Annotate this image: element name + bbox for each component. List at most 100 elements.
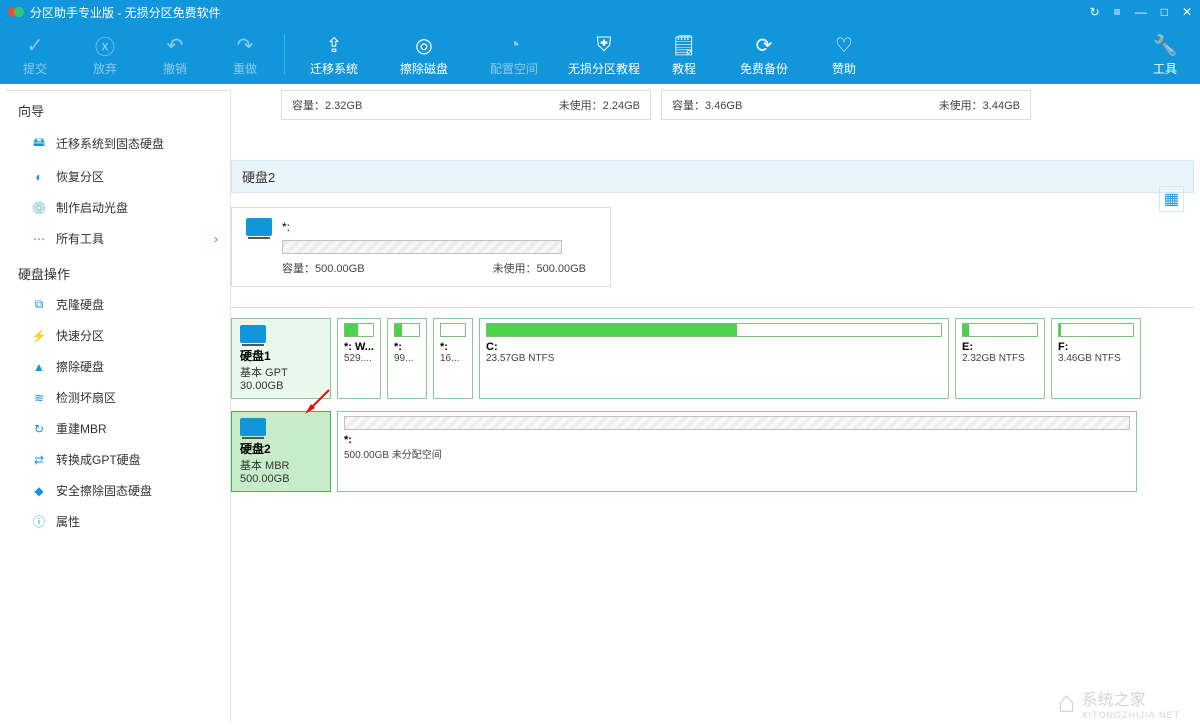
watermark-house-icon: ⌂ xyxy=(1058,686,1076,720)
sidebar-item-3[interactable]: ⋯所有工具› xyxy=(6,223,230,254)
commit-icon: ✓ xyxy=(27,32,44,60)
disk2-drive-letter: *: xyxy=(282,220,290,234)
disk2-card[interactable]: *: 容量：500.00GB 未使用：500.00GB xyxy=(231,207,611,287)
sidebar-item-label: 迁移系统到固态硬盘 xyxy=(56,135,164,152)
sidebar-item-4[interactable]: ↻重建MBR xyxy=(6,413,230,444)
unused-label: 未使用：3.44GB xyxy=(939,97,1020,113)
sidebar-item-7[interactable]: ⓘ 属性 xyxy=(6,506,230,537)
discard-button: ⓧ放弃 xyxy=(70,24,140,84)
alloc-icon: ◔ xyxy=(508,32,520,60)
disk-header[interactable]: 硬盘1基本 GPT30.00GB xyxy=(231,318,331,399)
sidebar-item-label: 转换成GPT硬盘 xyxy=(56,451,141,468)
partition-block[interactable]: *:99... xyxy=(387,318,427,399)
close-icon[interactable]: ✕ xyxy=(1182,5,1192,19)
partition-card[interactable]: 容量：2.32GB 未使用：2.24GB xyxy=(281,90,651,120)
disk-header[interactable]: 硬盘2基本 MBR500.00GB xyxy=(231,411,331,492)
disk2-usage-bar xyxy=(282,240,562,254)
sidebar-icon: ⧉ xyxy=(30,297,48,312)
wipe-button[interactable]: ◎擦除磁盘 xyxy=(379,24,469,84)
usage-bar xyxy=(486,323,942,337)
sidebar-item-label: 快速分区 xyxy=(56,327,104,344)
sidebar-item-label: 重建MBR xyxy=(56,420,107,437)
sidebar-icon: 🖴 xyxy=(30,133,48,154)
usage-bar xyxy=(394,323,420,337)
sidebar-item-label: 制作启动光盘 xyxy=(56,199,128,216)
partition-card[interactable]: 容量：3.46GB 未使用：3.44GB xyxy=(661,90,1031,120)
undo-button: ↶撤销 xyxy=(140,24,210,84)
partition-block[interactable]: E:2.32GB NTFS xyxy=(955,318,1045,399)
window-title: 分区助手专业版 - 无损分区免费软件 xyxy=(30,4,221,21)
watermark-site: XITONGZHIJIA.NET xyxy=(1082,710,1180,720)
migrate-icon: ⇪ xyxy=(326,32,343,60)
sidebar-ops-title: 硬盘操作 xyxy=(6,254,230,289)
sidebar-item-6[interactable]: ◆ 安全擦除固态硬盘 xyxy=(6,475,230,506)
sidebar-icon: ⚡ xyxy=(30,329,48,343)
tutorial-button[interactable]: ⛨无损分区教程 xyxy=(559,24,649,84)
refresh-icon[interactable]: ↻ xyxy=(1090,5,1100,19)
watermark-brand: 系统之家 xyxy=(1082,686,1180,710)
content-area: ▦ 容量：2.32GB 未使用：2.24GB 容量：3.46GB 未使用：3.44GB… xyxy=(231,90,1200,728)
usage-bar xyxy=(1058,323,1134,337)
capacity-label: 容量：3.46GB xyxy=(672,97,742,113)
usage-bar xyxy=(344,416,1130,430)
sidebar-icon: ▲ xyxy=(30,360,48,374)
sidebar-item-label: 检测坏扇区 xyxy=(56,389,116,406)
discard-icon: ⓧ xyxy=(95,32,115,60)
partition-block[interactable]: F:3.46GB NTFS xyxy=(1051,318,1141,399)
partition-block[interactable]: *:16... xyxy=(433,318,473,399)
redo-icon: ↷ xyxy=(237,32,254,60)
sidebar-icon: ≋ xyxy=(30,391,48,405)
partition-block[interactable]: *:500.00GB 未分配空间 xyxy=(337,411,1137,492)
usage-bar xyxy=(344,323,374,337)
view-toggle-icon[interactable]: ▦ xyxy=(1159,186,1184,212)
wipe-icon: ◎ xyxy=(415,32,432,60)
sidebar-item-1[interactable]: ⚡ 快速分区 xyxy=(6,320,230,351)
tutorial2-button[interactable]: 🗒教程 xyxy=(649,24,719,84)
sidebar-item-2[interactable]: 💿 制作启动光盘 xyxy=(6,192,230,223)
sidebar-item-label: 属性 xyxy=(56,513,80,530)
sidebar-item-0[interactable]: ⧉ 克隆硬盘 xyxy=(6,289,230,320)
sidebar-item-3[interactable]: ≋ 检测坏扇区 xyxy=(6,382,230,413)
sidebar-icon: ⓘ xyxy=(30,513,48,530)
sidebar-item-label: 所有工具 xyxy=(56,230,104,247)
migrate-button[interactable]: ⇪迁移系统 xyxy=(289,24,379,84)
partition-block[interactable]: *: W...529.... xyxy=(337,318,381,399)
donate-icon: ♡ xyxy=(835,32,853,60)
disk-icon xyxy=(246,218,272,236)
disk-diagram: 硬盘1基本 GPT30.00GB*: W...529....*:99...*:1… xyxy=(231,307,1194,722)
unused-label: 未使用：2.24GB xyxy=(559,97,640,113)
donate-button[interactable]: ♡赞助 xyxy=(809,24,879,84)
chevron-right-icon: › xyxy=(214,232,218,246)
disk2-unused: 未使用：500.00GB xyxy=(492,260,586,276)
disk-icon xyxy=(240,325,266,343)
sidebar-item-0[interactable]: 🖴 迁移系统到固态硬盘 xyxy=(6,126,230,161)
usage-bar xyxy=(440,323,466,337)
disk-icon xyxy=(240,418,266,436)
watermark: ⌂ 系统之家 XITONGZHIJIA.NET xyxy=(1058,686,1180,720)
sidebar-item-label: 恢复分区 xyxy=(56,168,104,185)
disk2-header[interactable]: 硬盘2 xyxy=(231,160,1194,193)
minimize-icon[interactable]: — xyxy=(1135,5,1147,19)
app-logo-icon xyxy=(8,4,24,20)
backup-button[interactable]: ⟳免费备份 xyxy=(719,24,809,84)
alloc-button: ◔配置空间 xyxy=(469,24,559,84)
capacity-label: 容量：2.32GB xyxy=(292,97,362,113)
titlebar: 分区助手专业版 - 无损分区免费软件 ↻ ≡ — □ ✕ xyxy=(0,0,1200,24)
tools-button[interactable]: 🔧工具 xyxy=(1130,24,1200,84)
maximize-icon[interactable]: □ xyxy=(1161,5,1168,19)
toolbar: ✓提交ⓧ放弃↶撤销↷重做⇪迁移系统◎擦除磁盘◔配置空间⛨无损分区教程🗒教程⟳免费… xyxy=(0,24,1200,84)
sidebar-item-5[interactable]: ⇄ 转换成GPT硬盘 xyxy=(6,444,230,475)
sidebar-item-label: 克隆硬盘 xyxy=(56,296,104,313)
tutorial-icon: ⛨ xyxy=(597,32,612,60)
sidebar-item-1[interactable]: ◐恢复分区 xyxy=(6,161,230,192)
menu-icon[interactable]: ≡ xyxy=(1114,5,1121,19)
sidebar-item-2[interactable]: ▲擦除硬盘 xyxy=(6,351,230,382)
sidebar-item-label: 安全擦除固态硬盘 xyxy=(56,482,152,499)
partition-block[interactable]: C:23.57GB NTFS xyxy=(479,318,949,399)
sidebar-icon: ◆ xyxy=(30,484,48,498)
disk2-capacity: 容量：500.00GB xyxy=(282,260,365,276)
tutorial2-icon: 🗒 xyxy=(671,32,696,60)
sidebar-icon: ⇄ xyxy=(30,453,48,467)
sidebar-icon: 💿 xyxy=(30,201,48,215)
backup-icon: ⟳ xyxy=(756,32,773,60)
